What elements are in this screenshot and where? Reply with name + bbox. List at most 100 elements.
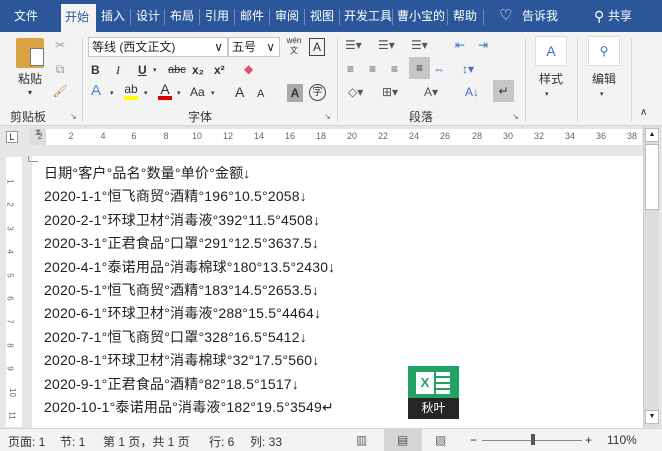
asian-layout-icon[interactable]: A▾ bbox=[424, 83, 438, 101]
underline-button[interactable]: U bbox=[138, 61, 147, 79]
vertical-scrollbar[interactable]: ▲ ▼ bbox=[643, 126, 659, 428]
subscript-button[interactable]: x₂ bbox=[192, 61, 204, 79]
justify-icon[interactable]: ≡ bbox=[409, 57, 430, 79]
tab-references[interactable]: 引用 bbox=[201, 0, 233, 32]
line-spacing-icon[interactable]: ↕▾ bbox=[462, 60, 474, 78]
highlight-icon[interactable]: ab bbox=[124, 82, 138, 100]
web-layout-icon[interactable]: ▧ bbox=[435, 433, 446, 447]
styles-icon[interactable]: A bbox=[535, 36, 567, 66]
document-line[interactable]: 2020-3-1°正君食品°口罩°291°12.5°3637.5↓ bbox=[44, 233, 319, 253]
scroll-thumb[interactable] bbox=[645, 144, 659, 210]
status-row[interactable]: 行: 6 bbox=[209, 433, 234, 450]
tab-review[interactable]: 审阅 bbox=[271, 0, 303, 32]
ruler-bar[interactable] bbox=[30, 129, 642, 145]
tab-custom[interactable]: 曹小宝的 bbox=[393, 0, 449, 32]
copy-icon[interactable]: ⧉ bbox=[52, 60, 68, 78]
scroll-down-icon[interactable]: ▼ bbox=[645, 410, 659, 424]
underline-dropdown-icon[interactable]: ▾ bbox=[153, 62, 157, 80]
font-launcher-icon[interactable]: ↘ bbox=[324, 112, 331, 121]
font-size-select[interactable]: 五号 ∨ bbox=[228, 37, 280, 57]
distributed-icon[interactable]: ⇔ bbox=[433, 60, 445, 78]
multilevel-list-icon[interactable]: ☰▾ bbox=[411, 36, 428, 54]
vruler-tick-label: 6 bbox=[5, 296, 15, 301]
font-name-select[interactable]: 等线 (西文正文) ∨ bbox=[88, 37, 228, 57]
clipboard-launcher-icon[interactable]: ↘ bbox=[70, 112, 77, 121]
highlight-dropdown-icon[interactable]: ▾ bbox=[144, 85, 148, 103]
font-color-icon[interactable]: A bbox=[158, 82, 172, 100]
numbering-icon[interactable]: ☰▾ bbox=[378, 36, 395, 54]
bold-button[interactable]: B bbox=[91, 61, 100, 79]
change-case-button[interactable]: Aa bbox=[190, 83, 205, 101]
document-line[interactable]: 2020-9-1°正君食品°酒精°82°18.5°1517↓ bbox=[44, 374, 299, 394]
status-column[interactable]: 列: 33 bbox=[250, 433, 282, 450]
ruler-tick-label: 30 bbox=[502, 131, 513, 141]
enclose-characters-button[interactable]: 字 bbox=[309, 84, 326, 101]
decrease-indent-icon[interactable]: ⇤ bbox=[455, 36, 465, 54]
tab-help[interactable]: 帮助 bbox=[449, 0, 481, 32]
document-line[interactable]: 2020-1-1°恒飞商贸°酒精°196°10.5°2058↓ bbox=[44, 186, 307, 206]
sort-icon[interactable]: A↓ bbox=[465, 83, 479, 101]
styles-dropdown-icon[interactable]: ▾ bbox=[545, 86, 549, 104]
character-shading-button[interactable]: A bbox=[287, 84, 303, 102]
document-line[interactable]: 2020-10-1°泰诺用品°消毒液°182°19.5°3549↵ bbox=[44, 397, 334, 417]
zoom-in-button[interactable]: + bbox=[585, 433, 592, 447]
align-left-icon[interactable]: ≡ bbox=[347, 60, 354, 78]
status-page[interactable]: 页面: 1 bbox=[8, 433, 45, 450]
zoom-out-button[interactable]: − bbox=[470, 433, 477, 447]
editing-dropdown-icon[interactable]: ▾ bbox=[600, 86, 604, 104]
clear-formatting-icon[interactable]: ◆ bbox=[244, 60, 253, 78]
tab-view[interactable]: 视图 bbox=[306, 0, 338, 32]
tab-selector-icon[interactable]: L bbox=[6, 131, 18, 143]
cut-icon[interactable]: ✂ bbox=[52, 36, 68, 54]
document-line[interactable]: 2020-2-1°环球卫材°消毒液°392°11.5°4508↓ bbox=[44, 210, 320, 230]
tab-design[interactable]: 设计 bbox=[132, 0, 164, 32]
tab-home[interactable]: 开始 bbox=[61, 4, 96, 32]
document-line[interactable]: 2020-6-1°环球卫材°消毒液°288°15.5°4464↓ bbox=[44, 303, 321, 323]
styles-button[interactable]: 样式 bbox=[535, 70, 567, 88]
strikethrough-button[interactable]: abc bbox=[168, 61, 186, 79]
italic-button[interactable]: I bbox=[116, 61, 120, 79]
document-line[interactable]: 2020-8-1°环球卫材°消毒棉球°32°17.5°560↓ bbox=[44, 350, 319, 370]
shrink-font-button[interactable]: A bbox=[257, 85, 264, 103]
bullets-icon[interactable]: ☰▾ bbox=[345, 36, 362, 54]
shading-icon[interactable]: ◇▾ bbox=[348, 83, 363, 101]
document-line[interactable]: 2020-4-1°泰诺用品°消毒棉球°180°13.5°2430↓ bbox=[44, 257, 335, 277]
change-case-dropdown-icon[interactable]: ▾ bbox=[211, 85, 215, 103]
paragraph-launcher-icon[interactable]: ↘ bbox=[512, 112, 519, 121]
grow-font-button[interactable]: A bbox=[235, 83, 244, 101]
text-effects-dropdown-icon[interactable]: ▾ bbox=[110, 85, 114, 103]
scroll-up-icon[interactable]: ▲ bbox=[645, 128, 659, 142]
paste-dropdown-icon[interactable]: ▾ bbox=[22, 84, 38, 102]
text-effects-icon[interactable]: A bbox=[91, 82, 101, 100]
borders-icon[interactable]: ⊞▾ bbox=[382, 83, 398, 101]
align-center-icon[interactable]: ≡ bbox=[369, 60, 376, 78]
zoom-slider-thumb[interactable] bbox=[531, 434, 535, 445]
read-mode-icon[interactable]: ▥ bbox=[356, 433, 367, 447]
font-color-dropdown-icon[interactable]: ▾ bbox=[177, 85, 181, 103]
align-right-icon[interactable]: ≡ bbox=[391, 60, 398, 78]
tab-layout[interactable]: 布局 bbox=[166, 0, 198, 32]
collapse-ribbon-icon[interactable]: ∧ bbox=[640, 104, 647, 122]
status-section[interactable]: 节: 1 bbox=[60, 433, 85, 450]
search-icon[interactable]: ⚲ bbox=[588, 36, 620, 66]
phonetic-guide-button[interactable]: wén 文 bbox=[284, 36, 304, 56]
superscript-button[interactable]: x² bbox=[214, 61, 225, 79]
tab-file[interactable]: 文件 bbox=[10, 0, 42, 32]
format-painter-icon[interactable]: 🖌 bbox=[52, 82, 68, 100]
increase-indent-icon[interactable]: ⇥ bbox=[478, 36, 488, 54]
editing-button[interactable]: 编辑 bbox=[588, 70, 620, 88]
tell-me-button[interactable]: 告诉我 bbox=[518, 0, 562, 32]
document-page[interactable]: 日期°客户°品名°数量°单价°金额↓ 2020-1-1°恒飞商贸°酒精°196°1… bbox=[28, 156, 643, 428]
tab-mailings[interactable]: 邮件 bbox=[236, 0, 268, 32]
print-layout-button[interactable]: ▤ bbox=[384, 429, 422, 451]
character-border-button[interactable]: A bbox=[309, 38, 325, 56]
tab-developer[interactable]: 开发工具 bbox=[340, 0, 396, 32]
tab-insert[interactable]: 插入 bbox=[97, 0, 129, 32]
document-line[interactable]: 2020-5-1°恒飞商贸°酒精°183°14.5°2653.5↓ bbox=[44, 280, 319, 300]
document-line[interactable]: 2020-7-1°恒飞商贸°口罩°328°16.5°5412↓ bbox=[44, 327, 307, 347]
zoom-level[interactable]: 110% bbox=[607, 433, 637, 447]
share-button[interactable]: 共享 bbox=[604, 0, 636, 32]
status-page-count[interactable]: 第 1 页，共 1 页 bbox=[103, 433, 190, 450]
document-line[interactable]: 日期°客户°品名°数量°单价°金额↓ bbox=[44, 163, 251, 183]
show-marks-icon[interactable]: ↵ bbox=[493, 80, 514, 102]
